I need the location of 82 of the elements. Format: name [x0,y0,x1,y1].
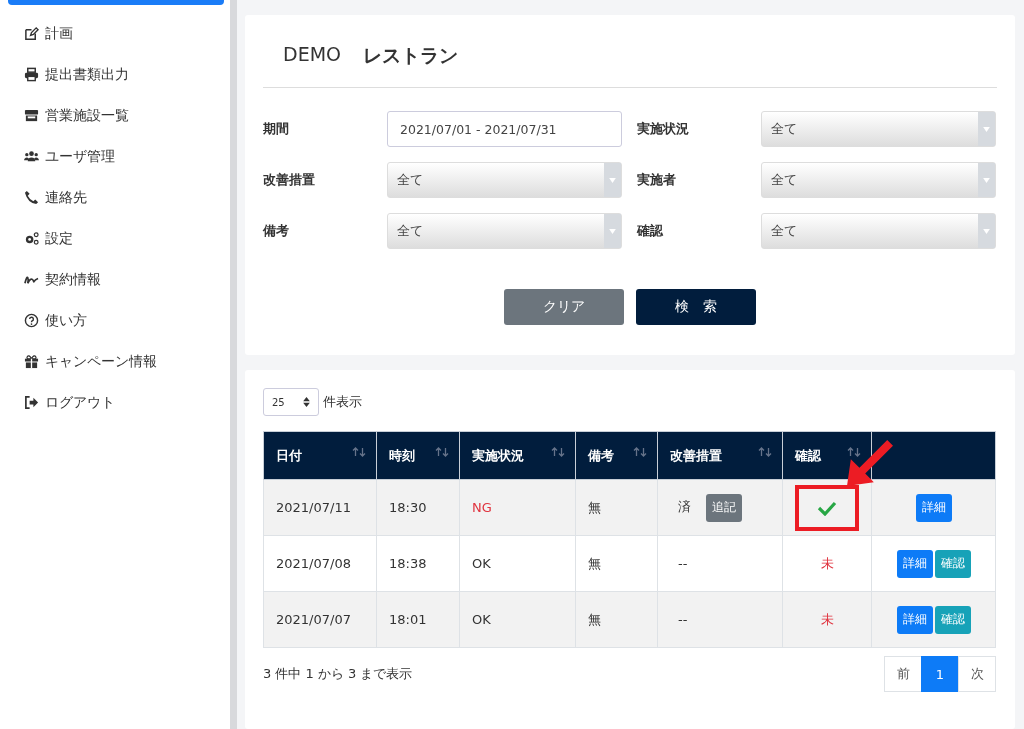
sidebar-item[interactable]: 営業施設一覧 [0,95,230,136]
sort-icon [551,446,565,457]
dropdown-arrow-icon [983,177,990,183]
check-icon [817,499,837,516]
table-cell: 2021/07/07 [263,591,377,648]
column-header[interactable]: 確認 [782,431,872,480]
table-cell: 無 [575,479,658,536]
table-cell: 2021/07/11 [263,479,377,536]
table-cell: 18:38 [376,535,460,592]
page-button[interactable]: 前 [884,656,922,692]
detail-button[interactable]: 詳細 [896,549,933,578]
sidebar-item[interactable]: キャンペーン情報 [0,341,230,382]
sort-icon [847,446,861,457]
append-button[interactable]: 追記 [706,493,743,522]
phone-icon [24,190,39,205]
company-name: DEMO [283,43,341,67]
filter-label: 実施者 [637,171,677,189]
sidebar-item[interactable]: 設定 [0,218,230,259]
dropdown-arrow-icon [609,177,616,183]
table-cell: 18:01 [376,591,460,648]
table-cell: 2021/07/08 [263,535,377,592]
dropdown-arrow-icon [983,228,990,234]
sidebar-item[interactable]: 計画 [0,13,230,54]
table-cell: 無 [575,591,658,648]
sort-icon [352,446,366,457]
filter-label: 改善措置 [263,171,316,189]
unconfirmed-mark: 未 [820,555,834,571]
store-icon [24,108,39,123]
column-header[interactable]: 日付 [263,431,377,480]
page-size-dropdown[interactable]: 25 [263,388,319,416]
sidebar-item[interactable]: ユーザ管理 [0,136,230,177]
gift-icon [24,354,39,369]
logout-icon [24,395,39,410]
sidebar-item[interactable]: 連絡先 [0,177,230,218]
table-cell: OK [459,535,576,592]
filter-dropdown[interactable]: 全て [761,111,996,147]
filter-dropdown[interactable]: 全て [761,162,996,198]
detail-button[interactable]: 詳細 [915,493,952,522]
table-summary: 3 件中 1 から 3 まで表示 [263,665,413,683]
filter-dropdown[interactable]: 全て [387,213,622,249]
table-cell: -- [678,612,688,627]
printer-icon [24,67,39,82]
column-header[interactable]: 改善措置 [657,431,783,480]
filter-label: 備考 [263,222,290,240]
unconfirmed-mark: 未 [820,611,834,627]
sort-icon [758,446,772,457]
sort-icon [633,446,647,457]
filter-dropdown[interactable]: 全て [387,162,622,198]
store-name: レストラン [363,43,458,68]
table-cell: 済 [678,499,691,514]
dropdown-arrow-icon [609,228,616,234]
column-header[interactable]: 備考 [575,431,658,480]
sidebar-item[interactable]: 提出書類出力 [0,54,230,95]
sidebar-item[interactable]: 契約情報 [0,259,230,300]
dropdown-arrow-icon [983,126,990,132]
column-header[interactable]: 実施状況 [459,431,576,480]
table-cell: NG [459,479,576,536]
table-cell: OK [459,591,576,648]
active-menu-item[interactable] [8,0,224,5]
detail-button[interactable]: 詳細 [896,605,933,634]
date-range-field[interactable]: 2021/07/01 - 2021/07/31 [387,111,622,147]
sidebar-item[interactable]: 使い方 [0,300,230,341]
filter-label: 確認 [637,222,664,240]
column-header[interactable]: 時刻 [376,431,460,480]
settings-icon [24,231,39,246]
filter-label: 実施状況 [637,120,690,138]
clear-button[interactable]: クリア [504,289,624,325]
sidebar-item[interactable]: ログアウト [0,382,230,423]
page-button[interactable]: 次 [958,656,996,692]
filter-label: 期間 [263,120,290,138]
table-cell: 無 [575,535,658,592]
sort-icon [435,446,449,457]
edit-icon [24,26,39,41]
page-button[interactable]: 1 [921,656,959,692]
search-button[interactable]: 検 索 [636,289,756,325]
table-cell: -- [678,556,688,571]
help-icon [24,313,39,328]
filter-dropdown[interactable]: 全て [761,213,996,249]
page-size-label: 件表示 [323,393,362,411]
users-icon [24,149,39,164]
table-cell: 18:30 [376,479,460,536]
sort-arrows-icon [303,397,310,407]
